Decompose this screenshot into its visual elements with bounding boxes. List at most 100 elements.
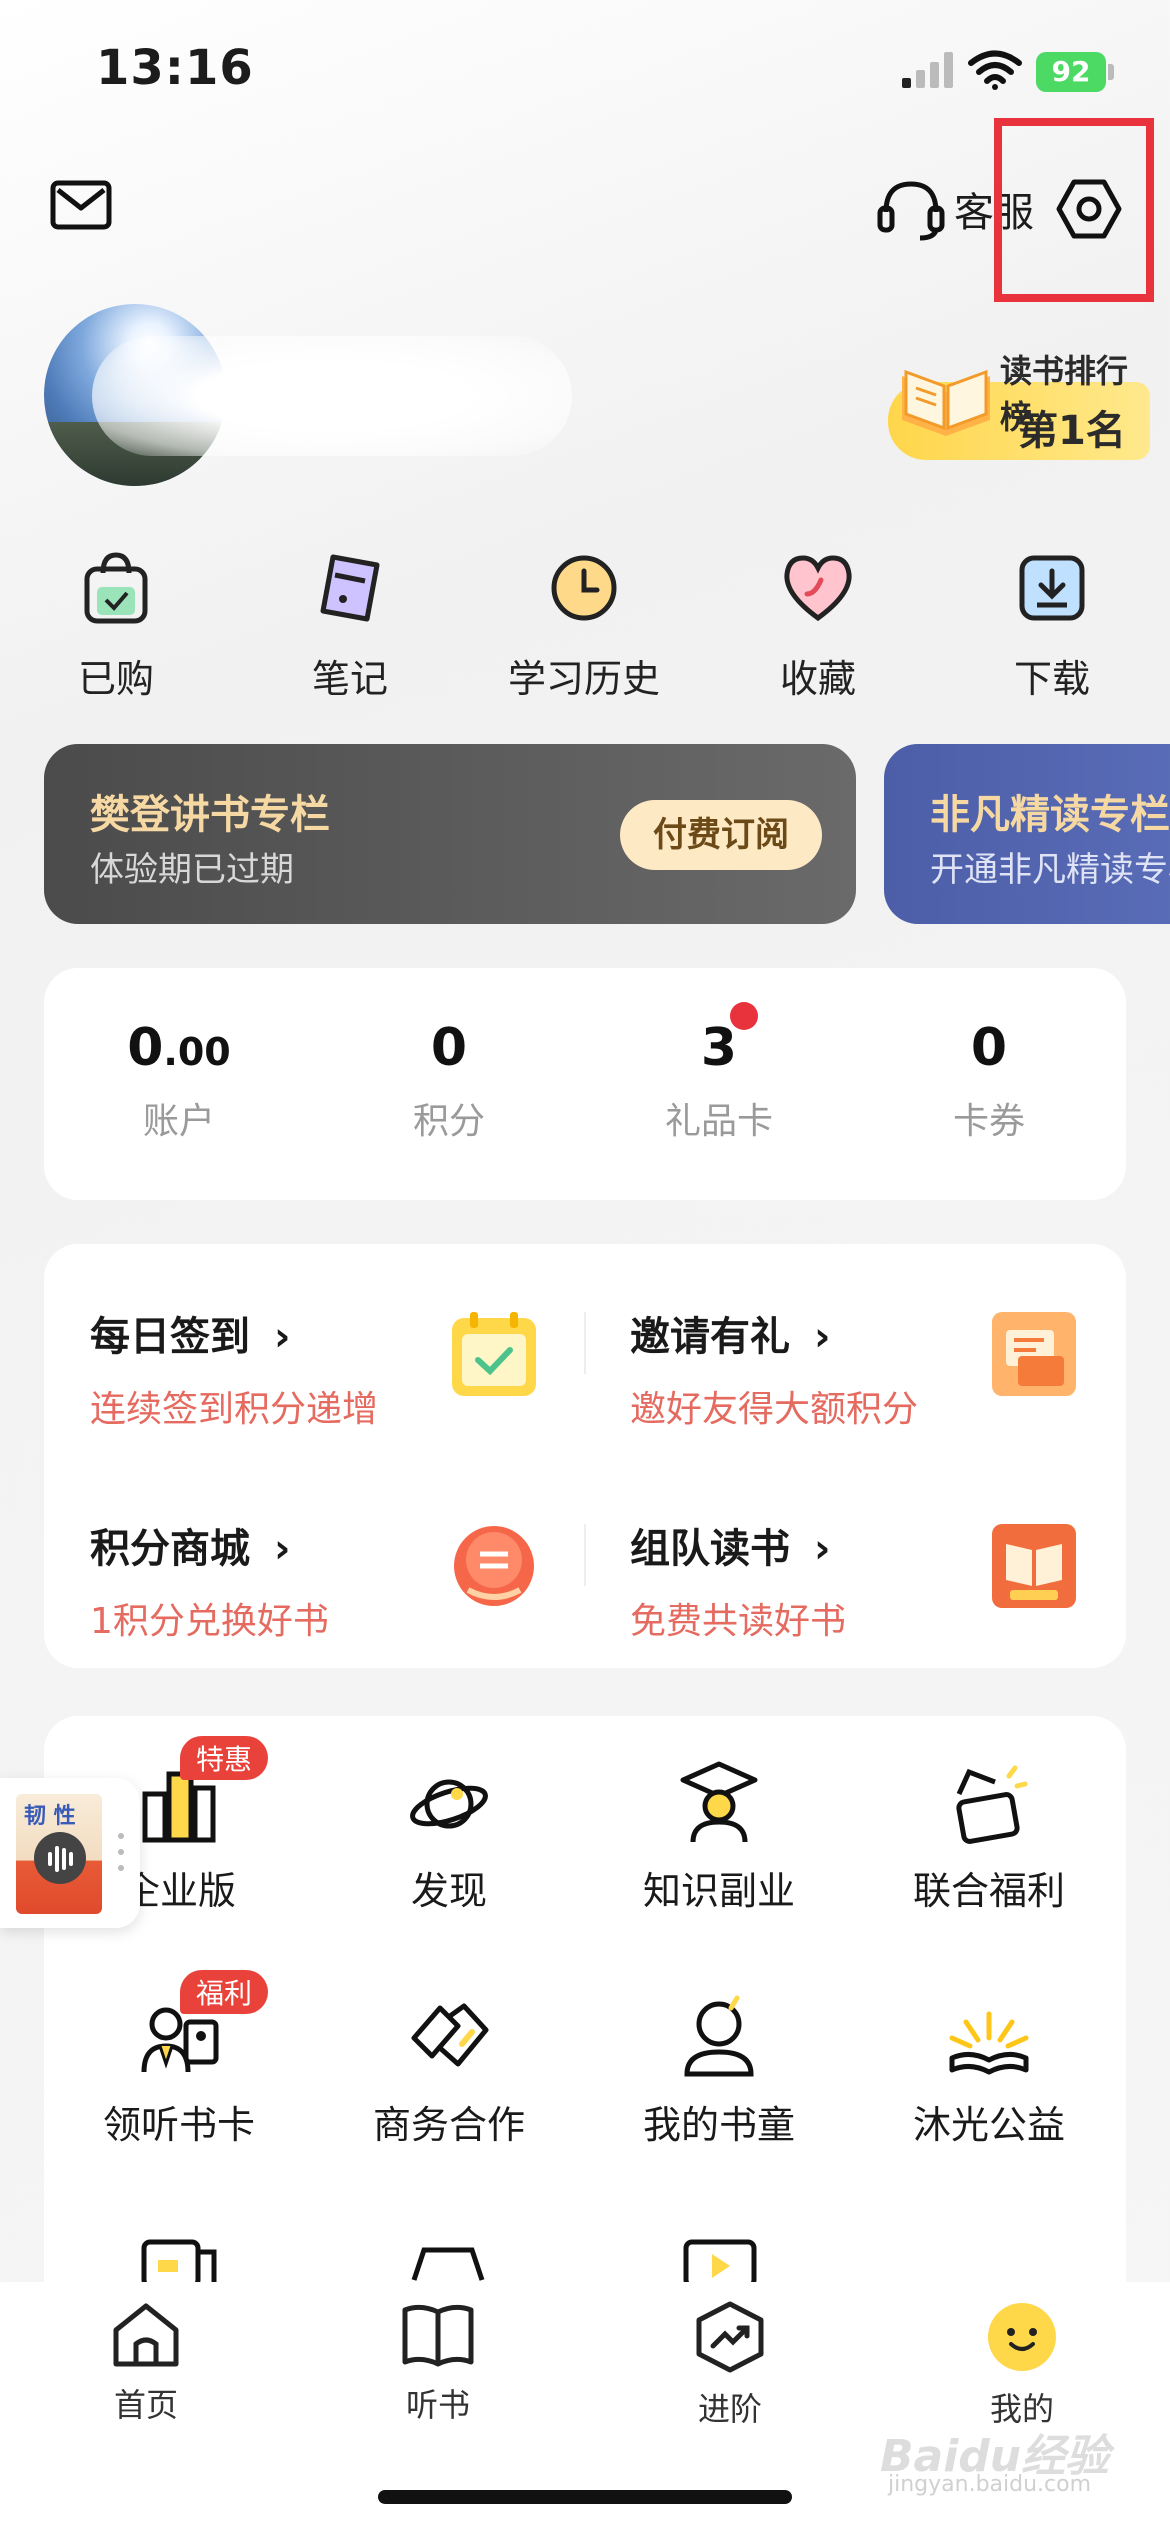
quick-action-downloads[interactable]: 下载 [962, 548, 1142, 703]
feifan-column-card[interactable]: 非凡精读专栏 开通非凡精读专栏 [884, 744, 1170, 924]
task-daily-checkin[interactable]: 每日签到 › 连续签到积分递增 [90, 1304, 378, 1432]
service-label: 我的书童 [642, 2103, 795, 2147]
home-icon [113, 2303, 179, 2367]
stat-value: 3 [700, 1018, 738, 1078]
stat-decimal: .00 [163, 1030, 231, 1074]
shopping-bag-icon [84, 552, 148, 624]
mini-player-cover: 韧 性 [16, 1794, 102, 1914]
smile-icon [988, 2303, 1056, 2371]
nav-listen[interactable]: 听书 [348, 2300, 528, 2426]
mail-icon[interactable] [50, 180, 112, 230]
mini-player-title: 韧 性 [24, 1804, 76, 1829]
stat-label: 积分 [412, 1101, 485, 1142]
nav-label: 首页 [113, 2386, 178, 2424]
task-invite[interactable]: 邀请有礼 › 邀好友得大额积分 [630, 1304, 918, 1432]
service-knowledge-side-job[interactable]: 知识副业 [584, 1760, 854, 1915]
stat-value: 0 [127, 1018, 164, 1078]
sunrise-book-icon [949, 2011, 1029, 2075]
quick-action-notes[interactable]: 笔记 [260, 548, 440, 703]
book-icon [402, 2304, 474, 2367]
handshake-icon [411, 2003, 489, 2067]
headset-icon[interactable] [876, 178, 946, 242]
coupon-icon [956, 1765, 1028, 1844]
drag-handle-icon[interactable] [116, 1830, 126, 1874]
tasks-panel: 每日签到 › 连续签到积分递增 邀请有礼 › 邀好友得大额积分 积分商城 › 1积分兑… [44, 1244, 1126, 1668]
quick-action-label: 下载 [1013, 657, 1090, 701]
battery-tip [1108, 64, 1114, 80]
planet-icon [410, 1779, 488, 1829]
watermark-url: jingyan.baidu.com [888, 2472, 1092, 2497]
username-redacted [92, 336, 572, 456]
chevron-right-icon: › [814, 1526, 831, 1572]
notification-dot [730, 1002, 758, 1030]
task-subtitle: 邀好友得大额积分 [630, 1389, 919, 1430]
nav-label: 进阶 [697, 2390, 762, 2428]
account-stats-panel: 0.00 账户 0 积分 3 礼品卡 0 卡券 [44, 968, 1126, 1200]
card-title: 非凡精读专栏 [930, 792, 1170, 838]
service-my-assistant[interactable]: 我的书童 [584, 1994, 854, 2149]
promo-badge: 福利 [180, 1970, 269, 2014]
nav-mine[interactable]: 我的 [932, 2300, 1112, 2430]
assistant-icon [684, 1995, 754, 2077]
home-indicator [378, 2490, 792, 2504]
subscribe-button[interactable]: 付费订阅 [620, 800, 822, 870]
service-label: 商务合作 [372, 2103, 525, 2147]
fandeng-column-card[interactable]: 樊登讲书专栏 体验期已过期 付费订阅 [44, 744, 856, 924]
nav-home[interactable]: 首页 [56, 2300, 236, 2426]
card-subtitle: 开通非凡精读专栏 [930, 850, 1170, 890]
card-subtitle: 体验期已过期 [90, 850, 294, 890]
quick-action-history[interactable]: 学习历史 [494, 548, 674, 703]
card-title: 樊登讲书专栏 [90, 792, 330, 838]
highlight-box [994, 118, 1154, 302]
task-team-reading[interactable]: 组队读书 › 免费共读好书 [630, 1516, 846, 1644]
services-panel: 企业版 特惠 发现 知识副业 联合福利 领听书卡 福利 商务合作 我的书童 沐光… [44, 1716, 1126, 2336]
service-label: 沐光公益 [912, 2103, 1065, 2147]
quick-action-label: 已购 [77, 657, 154, 701]
service-discover[interactable]: 发现 [314, 1760, 584, 1915]
promo-badge: 特惠 [180, 1736, 269, 1780]
task-title: 每日签到 [90, 1314, 250, 1360]
stat-label: 卡券 [952, 1101, 1025, 1142]
reading-rank-badge[interactable]: 读书排行榜 第1名 [888, 336, 1150, 460]
team-book-icon [992, 1524, 1076, 1608]
nav-advanced[interactable]: 进阶 [640, 2300, 820, 2430]
divider [584, 1312, 586, 1374]
stat-label: 礼品卡 [664, 1101, 773, 1142]
nav-label: 听书 [405, 2386, 470, 2424]
task-points-mall[interactable]: 积分商城 › 1积分兑换好书 [90, 1516, 329, 1644]
cellular-signal-icon [902, 52, 953, 88]
audio-wave-icon [34, 1832, 86, 1884]
service-label: 知识副业 [642, 1869, 795, 1913]
mall-icon [454, 1526, 534, 1606]
service-label: 发现 [410, 1869, 487, 1913]
quick-action-favorites[interactable]: 收藏 [728, 548, 908, 703]
divider [584, 1524, 586, 1586]
wifi-icon [968, 50, 1022, 90]
task-subtitle: 免费共读好书 [630, 1601, 847, 1642]
gift-invite-icon [992, 1312, 1076, 1396]
heart-icon [784, 555, 852, 622]
stat-value: 0 [970, 1018, 1008, 1078]
service-muguang-charity[interactable]: 沐光公益 [854, 1994, 1124, 2149]
service-label: 联合福利 [912, 1869, 1065, 1913]
stat-value: 0 [430, 1018, 468, 1078]
quick-action-purchased[interactable]: 已购 [26, 548, 206, 703]
mini-player[interactable]: 韧 性 [0, 1778, 140, 1928]
stat-gift-cards[interactable]: 3 礼品卡 [584, 968, 854, 1144]
task-subtitle: 连续签到积分递增 [90, 1389, 379, 1430]
stat-label: 账户 [142, 1101, 215, 1142]
stat-points[interactable]: 0 积分 [314, 968, 584, 1144]
download-icon [1019, 555, 1085, 621]
note-icon [320, 554, 380, 622]
stat-coupons[interactable]: 0 卡券 [854, 968, 1124, 1144]
video-icon [683, 2239, 757, 2286]
task-subtitle: 1积分兑换好书 [90, 1601, 329, 1642]
service-business-cooperation[interactable]: 商务合作 [314, 1994, 584, 2149]
service-label: 领听书卡 [102, 2103, 255, 2147]
status-time: 13:16 [96, 40, 254, 96]
service-claim-card[interactable]: 领听书卡 [44, 1994, 314, 2149]
service-joint-benefits[interactable]: 联合福利 [854, 1760, 1124, 1915]
shop-icon [141, 2239, 217, 2286]
stat-account[interactable]: 0.00 账户 [44, 968, 314, 1144]
rank-value: 第1名 [1018, 408, 1126, 454]
